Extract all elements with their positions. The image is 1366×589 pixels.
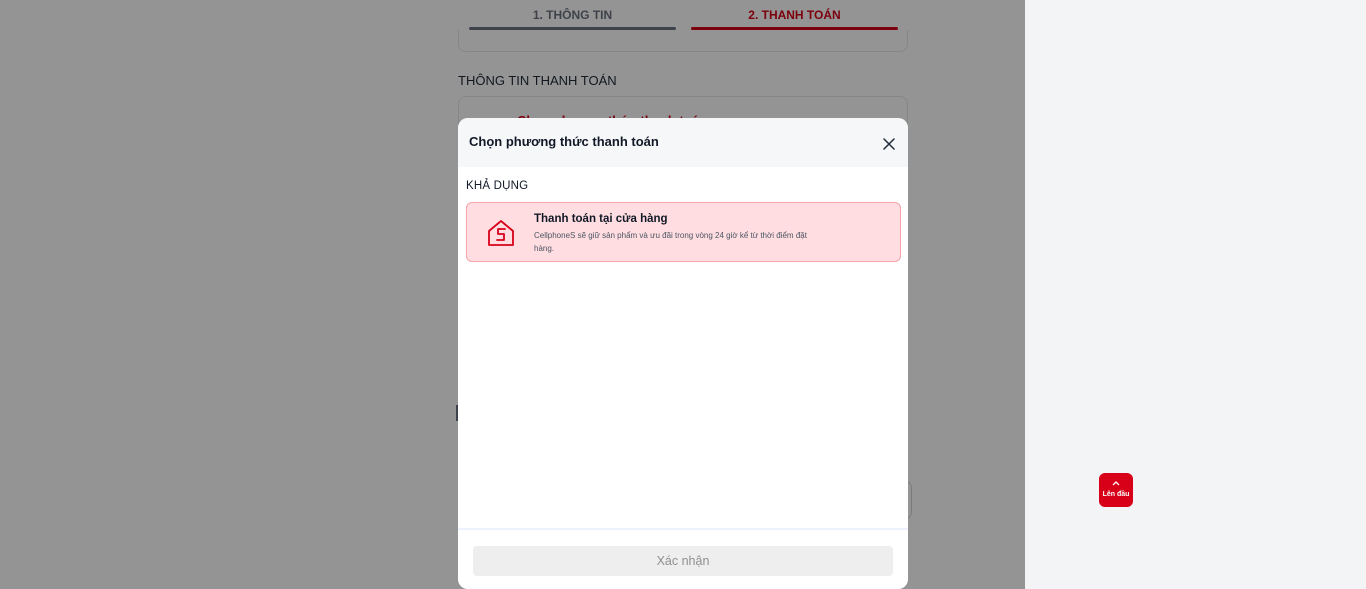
close-button[interactable] xyxy=(879,134,899,154)
back-to-top-label: Lên đầu xyxy=(1102,491,1130,498)
close-icon xyxy=(883,138,895,150)
modal-title: Chọn phương thức thanh toán xyxy=(469,134,659,149)
option-title: Thanh toán tại cửa hàng xyxy=(534,213,668,225)
store-icon xyxy=(485,217,517,249)
modal-header: Chọn phương thức thanh toán xyxy=(458,118,908,167)
payment-option-store[interactable]: Thanh toán tại cửa hàng CellphoneS sẽ gi… xyxy=(466,202,901,262)
right-gutter xyxy=(1025,0,1366,589)
available-group-label: KHẢ DỤNG xyxy=(466,180,529,192)
option-description: CellphoneS sẽ giữ sản phẩm và ưu đãi tro… xyxy=(534,231,807,253)
back-to-top-button[interactable]: Lên đầu xyxy=(1099,473,1133,507)
confirm-button[interactable]: Xác nhận xyxy=(473,546,893,576)
modal-footer: Xác nhận xyxy=(458,528,908,589)
chevron-up-icon xyxy=(1099,478,1133,488)
payment-method-modal: Chọn phương thức thanh toán KHẢ DỤNG Tha… xyxy=(458,118,908,589)
